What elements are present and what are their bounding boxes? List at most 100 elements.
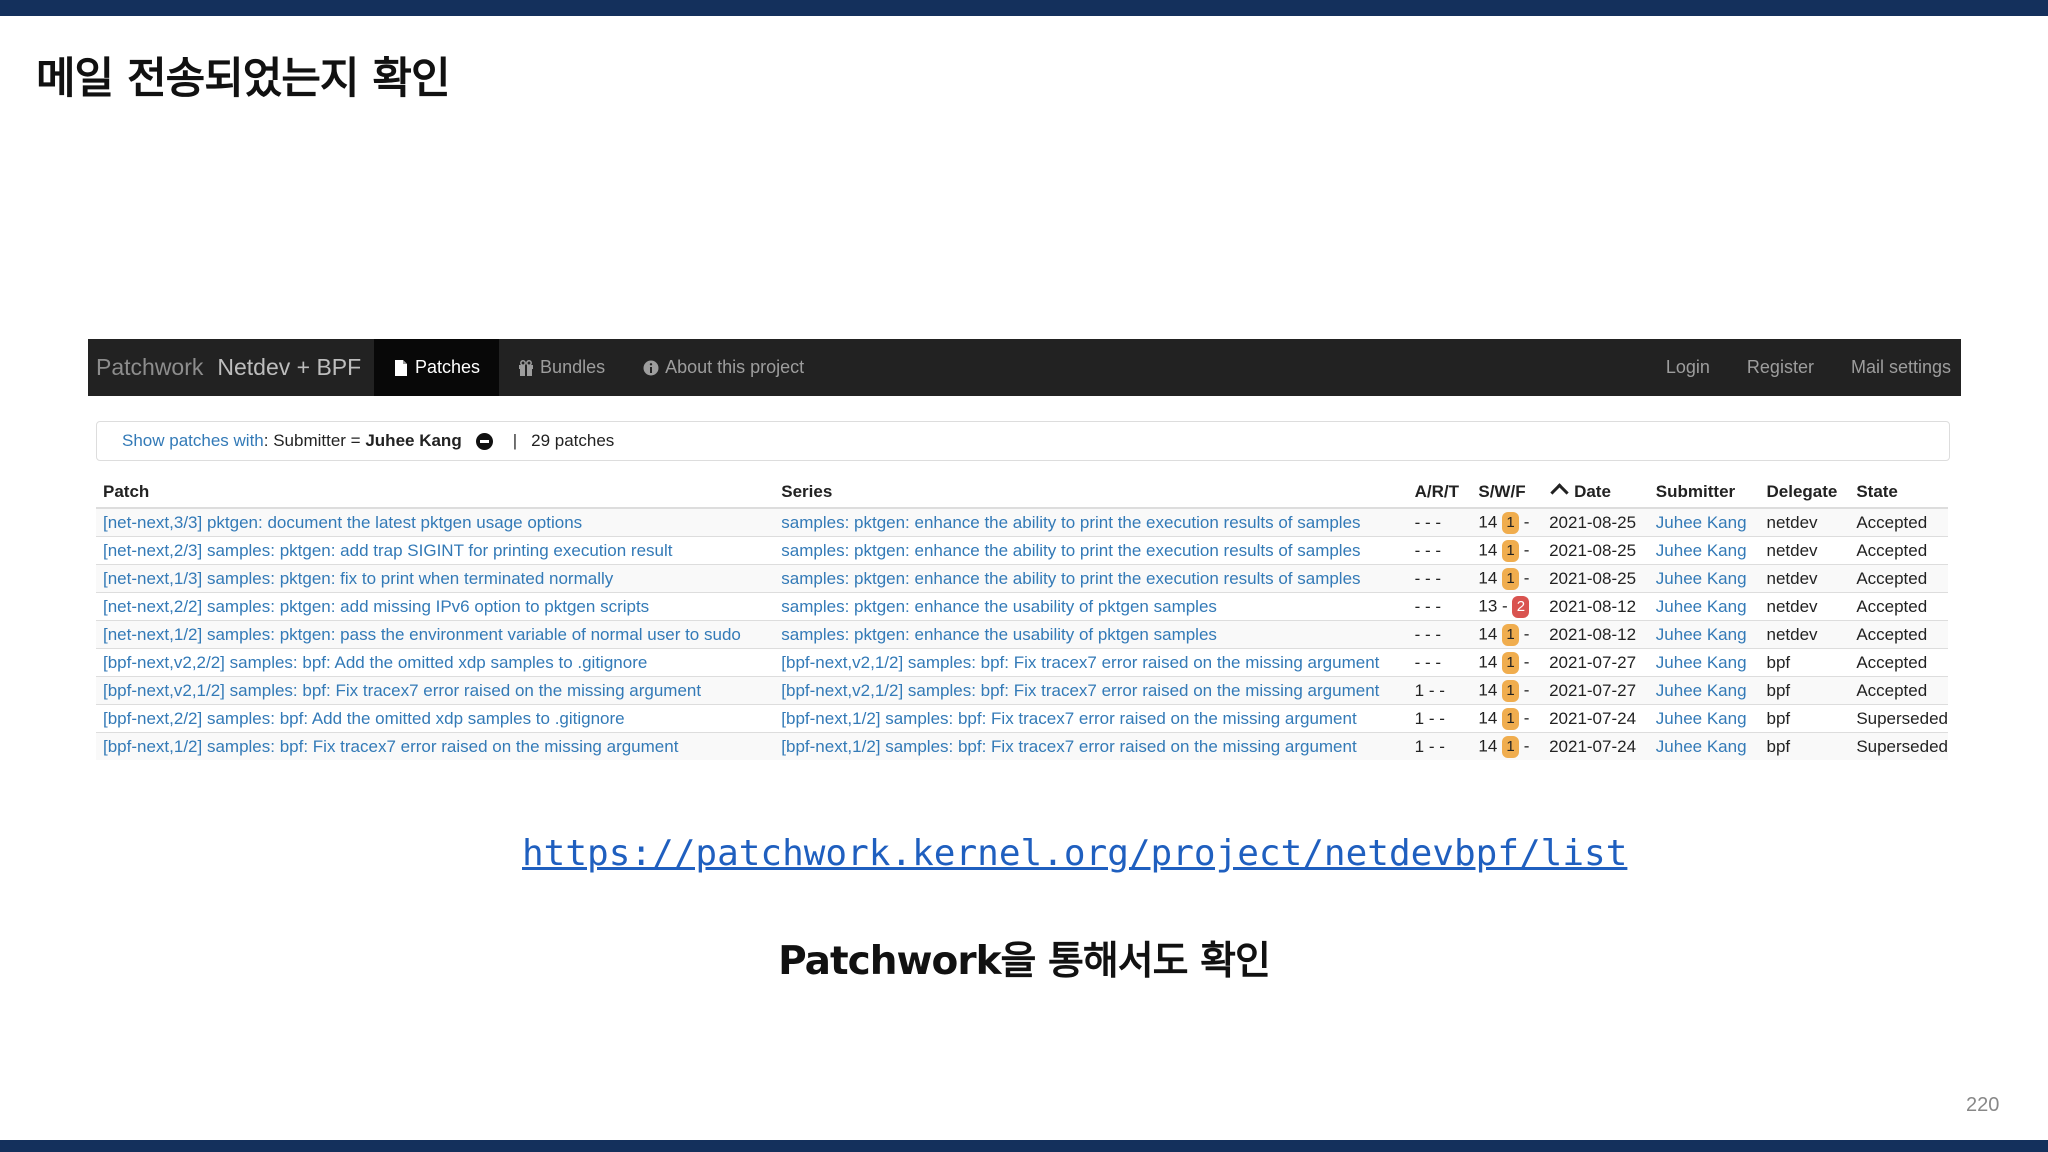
nav-item-label: Bundles bbox=[540, 357, 606, 377]
state-cell: Accepted bbox=[1849, 676, 1948, 705]
swf-cell: 14 1 - bbox=[1471, 704, 1543, 733]
nav-item-about[interactable]: About this project bbox=[624, 339, 823, 396]
column-header-swf[interactable]: S/W/F bbox=[1471, 477, 1543, 509]
patch-rows: [net-next,3/3] pktgen: document the late… bbox=[96, 507, 1948, 760]
filter-bar: Show patches with: Submitter = Juhee Kan… bbox=[96, 421, 1950, 461]
swf-warning-badge: 1 bbox=[1502, 735, 1520, 758]
swf-cell: 14 1 - bbox=[1471, 564, 1543, 593]
state-cell: Superseded bbox=[1849, 732, 1948, 760]
nav-item-label: About this project bbox=[665, 357, 805, 377]
swf-warning: - bbox=[1502, 595, 1508, 615]
column-header-submitter[interactable]: Submitter bbox=[1648, 477, 1760, 509]
state-cell: Accepted bbox=[1849, 507, 1948, 537]
date-cell: 2021-07-24 bbox=[1542, 704, 1649, 733]
project-name[interactable]: Netdev + BPF bbox=[217, 354, 361, 380]
submitter-link[interactable]: Juhee Kang bbox=[1648, 676, 1760, 705]
date-cell: 2021-08-12 bbox=[1542, 592, 1649, 621]
column-header-delegate[interactable]: Delegate bbox=[1759, 477, 1850, 509]
swf-fail: - bbox=[1523, 539, 1530, 559]
patch-table: Patch Series A/R/T S/W/F Date Submitter … bbox=[96, 477, 1948, 760]
swf-success: 14 bbox=[1478, 539, 1498, 559]
column-header-series[interactable]: Series bbox=[774, 477, 1408, 509]
patchwork-url-link[interactable]: https://patchwork.kernel.org/project/net… bbox=[522, 833, 1627, 874]
art-cell: - - - bbox=[1407, 564, 1472, 593]
series-link[interactable]: samples: pktgen: enhance the ability to … bbox=[774, 507, 1408, 537]
gift-icon bbox=[519, 359, 534, 376]
series-link[interactable]: samples: pktgen: enhance the usability o… bbox=[774, 620, 1408, 649]
table-row: [bpf-next,v2,2/2] samples: bpf: Add the … bbox=[96, 648, 1948, 677]
navbar-brand[interactable]: Patchwork Netdev + BPF bbox=[96, 339, 361, 396]
nav-item-bundles[interactable]: Bundles bbox=[499, 339, 624, 396]
filter-separator: | bbox=[512, 431, 518, 450]
swf-fail-badge: 2 bbox=[1512, 595, 1530, 618]
patch-link[interactable]: [bpf-next,1/2] samples: bpf: Fix tracex7… bbox=[96, 732, 775, 760]
swf-fail: - bbox=[1523, 651, 1530, 671]
slide-title: 메일 전송되었는지 확인 bbox=[36, 54, 451, 104]
date-cell: 2021-08-25 bbox=[1542, 507, 1649, 537]
register-link[interactable]: Register bbox=[1720, 339, 1824, 396]
submitter-link[interactable]: Juhee Kang bbox=[1648, 507, 1760, 537]
navbar: Patchwork Netdev + BPF Patches Bundles Ab… bbox=[88, 339, 1961, 396]
submitter-link[interactable]: Juhee Kang bbox=[1648, 704, 1760, 733]
mail-settings-link[interactable]: Mail settings bbox=[1824, 339, 1961, 396]
remove-filter-icon[interactable] bbox=[475, 432, 493, 450]
patch-link[interactable]: [net-next,2/3] samples: pktgen: add trap… bbox=[96, 536, 775, 565]
delegate-cell: bpf bbox=[1759, 676, 1850, 705]
submitter-link[interactable]: Juhee Kang bbox=[1648, 564, 1760, 593]
series-link[interactable]: [bpf-next,1/2] samples: bpf: Fix tracex7… bbox=[774, 704, 1408, 733]
series-link[interactable]: samples: pktgen: enhance the ability to … bbox=[774, 564, 1408, 593]
swf-cell: 14 1 - bbox=[1471, 648, 1543, 677]
filter-field: Submitter = bbox=[268, 431, 366, 450]
date-cell: 2021-07-24 bbox=[1542, 732, 1649, 760]
nav-item-label: Patches bbox=[415, 357, 481, 377]
series-link[interactable]: samples: pktgen: enhance the ability to … bbox=[774, 536, 1408, 565]
series-link[interactable]: [bpf-next,1/2] samples: bpf: Fix tracex7… bbox=[774, 732, 1408, 760]
column-header-art[interactable]: A/R/T bbox=[1407, 477, 1472, 509]
series-link[interactable]: [bpf-next,v2,1/2] samples: bpf: Fix trac… bbox=[774, 648, 1408, 677]
swf-success: 14 bbox=[1478, 679, 1498, 699]
date-cell: 2021-07-27 bbox=[1542, 676, 1649, 705]
table-row: [net-next,1/3] samples: pktgen: fix to p… bbox=[96, 564, 1948, 593]
nav-item-patches[interactable]: Patches bbox=[374, 339, 500, 396]
patch-link[interactable]: [bpf-next,2/2] samples: bpf: Add the omi… bbox=[96, 704, 775, 733]
patch-link[interactable]: [net-next,2/2] samples: pktgen: add miss… bbox=[96, 592, 775, 621]
state-cell: Accepted bbox=[1849, 648, 1948, 677]
swf-cell: 14 1 - bbox=[1471, 620, 1543, 649]
patch-link[interactable]: [bpf-next,v2,1/2] samples: bpf: Fix trac… bbox=[96, 676, 775, 705]
swf-warning-badge: 1 bbox=[1502, 511, 1520, 534]
series-link[interactable]: [bpf-next,v2,1/2] samples: bpf: Fix trac… bbox=[774, 676, 1408, 705]
submitter-link[interactable]: Juhee Kang bbox=[1648, 592, 1760, 621]
column-header-state[interactable]: State bbox=[1849, 477, 1948, 509]
patch-link[interactable]: [net-next,3/3] pktgen: document the late… bbox=[96, 507, 775, 537]
swf-success: 14 bbox=[1478, 735, 1498, 755]
art-cell: - - - bbox=[1407, 592, 1472, 621]
table-row: [bpf-next,1/2] samples: bpf: Fix tracex7… bbox=[96, 732, 1948, 760]
column-header-patch[interactable]: Patch bbox=[96, 477, 775, 509]
submitter-link[interactable]: Juhee Kang bbox=[1648, 648, 1760, 677]
art-cell: - - - bbox=[1407, 620, 1472, 649]
swf-fail: - bbox=[1523, 735, 1530, 755]
patch-link[interactable]: [net-next,1/3] samples: pktgen: fix to p… bbox=[96, 564, 775, 593]
series-link[interactable]: samples: pktgen: enhance the usability o… bbox=[774, 592, 1408, 621]
delegate-cell: netdev bbox=[1759, 592, 1850, 621]
column-header-date-label: Date bbox=[1574, 482, 1611, 501]
art-cell: 1 - - bbox=[1407, 676, 1472, 705]
submitter-link[interactable]: Juhee Kang bbox=[1648, 732, 1760, 760]
swf-success: 14 bbox=[1478, 511, 1498, 531]
art-cell: 1 - - bbox=[1407, 704, 1472, 733]
login-link[interactable]: Login bbox=[1639, 339, 1720, 396]
date-cell: 2021-08-25 bbox=[1542, 536, 1649, 565]
patch-link[interactable]: [bpf-next,v2,2/2] samples: bpf: Add the … bbox=[96, 648, 775, 677]
art-cell: - - - bbox=[1407, 507, 1472, 537]
delegate-cell: netdev bbox=[1759, 507, 1850, 537]
swf-cell: 14 1 - bbox=[1471, 732, 1543, 760]
state-cell: Accepted bbox=[1849, 592, 1948, 621]
column-header-date[interactable]: Date bbox=[1542, 477, 1649, 509]
submitter-link[interactable]: Juhee Kang bbox=[1648, 536, 1760, 565]
submitter-link[interactable]: Juhee Kang bbox=[1648, 620, 1760, 649]
brand-name[interactable]: Patchwork bbox=[96, 354, 203, 380]
patch-link[interactable]: [net-next,1/2] samples: pktgen: pass the… bbox=[96, 620, 775, 649]
show-patches-with-link[interactable]: Show patches with bbox=[122, 422, 264, 460]
slide-bottom-bar bbox=[0, 1140, 2048, 1152]
filter-value: Juhee Kang bbox=[365, 431, 462, 450]
